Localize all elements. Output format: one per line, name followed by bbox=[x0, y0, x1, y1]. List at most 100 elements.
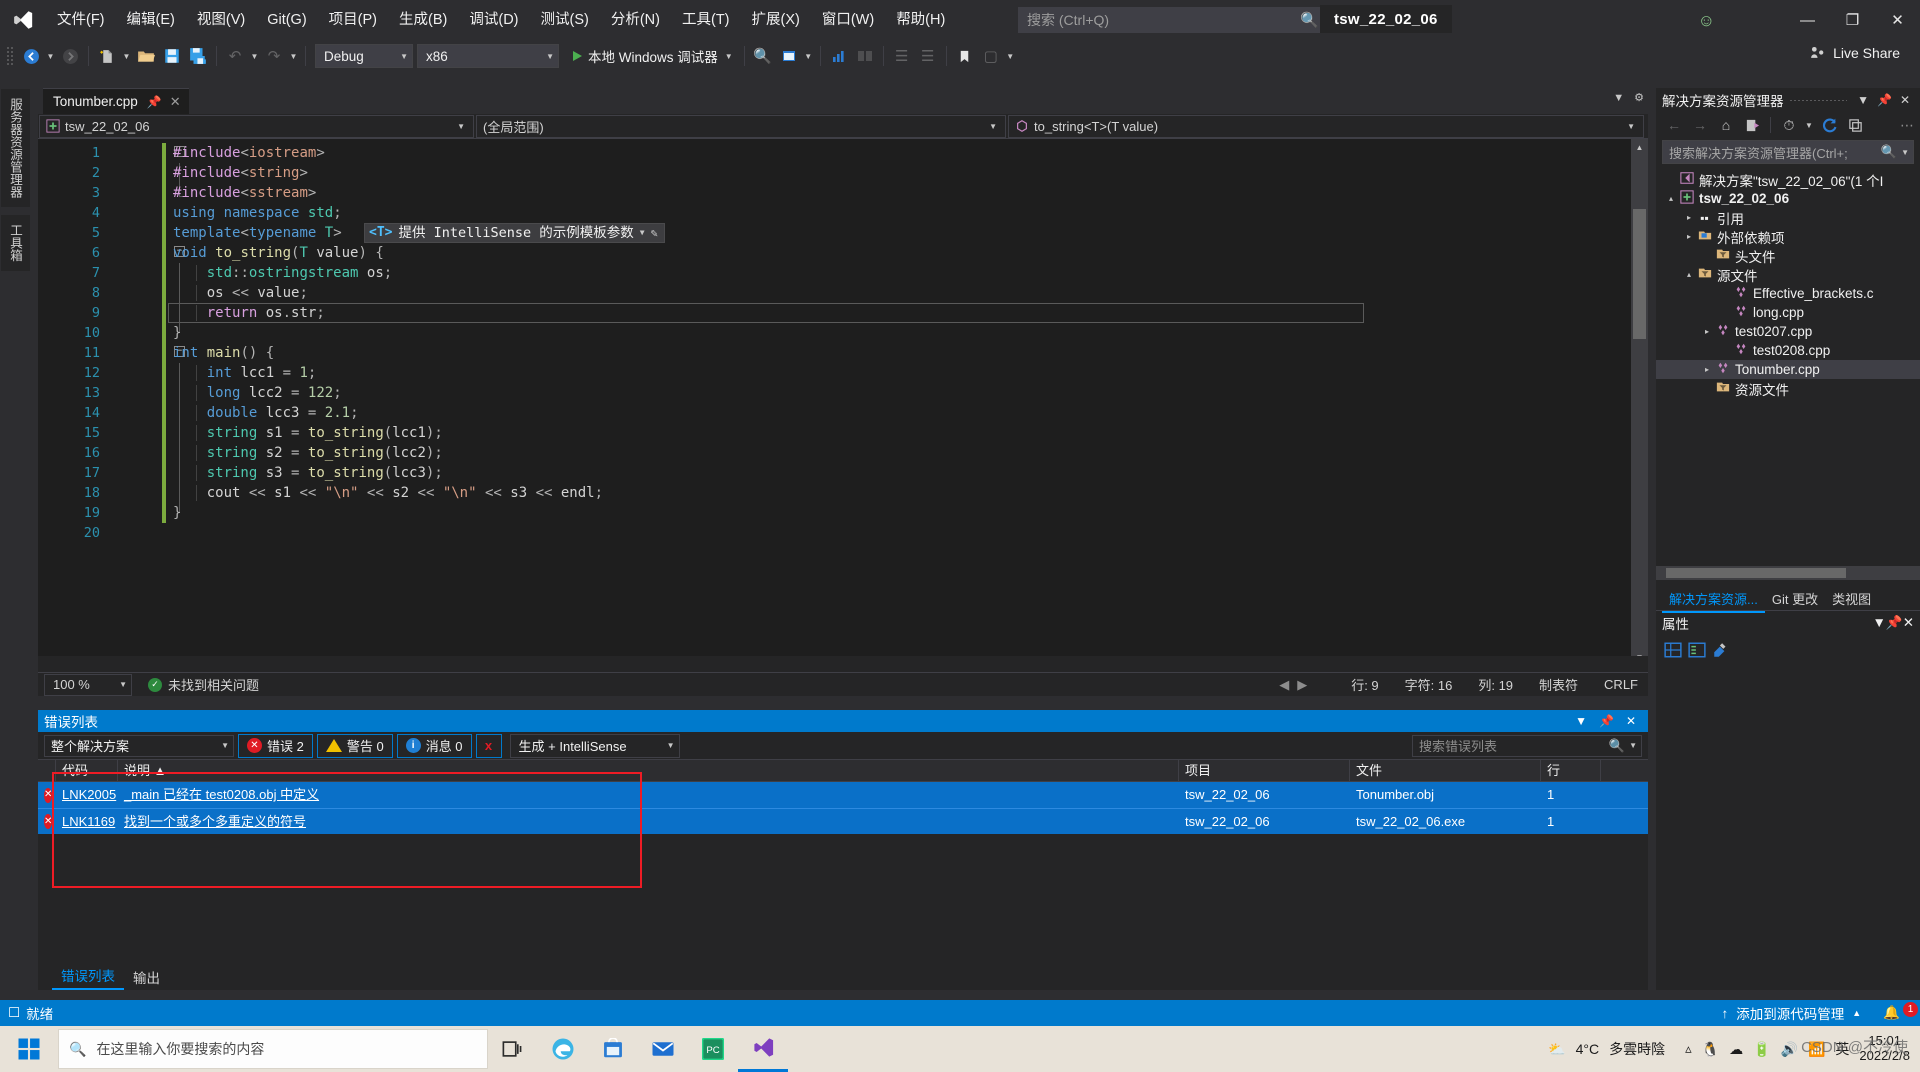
vtab-toolbox[interactable]: 工具箱 bbox=[0, 214, 31, 272]
column-header-description[interactable]: 说明 ▲ bbox=[118, 759, 1179, 782]
editor-vertical-scrollbar[interactable]: ▲ ▼ bbox=[1631, 139, 1648, 666]
new-item-dropdown-icon[interactable]: ▼ bbox=[120, 43, 133, 69]
scroll-left-icon[interactable]: ◀ bbox=[1279, 677, 1289, 693]
tree-node-header-files[interactable]: 头文件 bbox=[1656, 246, 1920, 265]
forward-icon[interactable]: → bbox=[1688, 114, 1712, 136]
back-icon[interactable]: ← bbox=[1662, 114, 1686, 136]
task-view-icon[interactable] bbox=[488, 1026, 538, 1072]
save-all-icon[interactable] bbox=[185, 43, 211, 69]
navigate-backward-icon[interactable] bbox=[18, 43, 44, 69]
tree-node-source-files[interactable]: ▴ 源文件 bbox=[1656, 265, 1920, 284]
tree-node-resource-files[interactable]: 资源文件 bbox=[1656, 379, 1920, 398]
save-icon[interactable] bbox=[159, 43, 185, 69]
add-to-source-control-button[interactable]: 添加到源代码管理 bbox=[1736, 1003, 1844, 1023]
tab-git-changes[interactable]: Git 更改 bbox=[1765, 586, 1825, 613]
chevron-down-icon[interactable]: ▼ bbox=[640, 223, 645, 243]
error-code-link[interactable]: LNK1169 bbox=[62, 809, 115, 835]
uncomment-icon[interactable]: ☰ bbox=[915, 43, 941, 69]
chevron-up-icon[interactable]: ▲ bbox=[1852, 1008, 1861, 1018]
close-icon[interactable]: ✕ bbox=[170, 94, 181, 110]
toolbar-overflow-icon[interactable]: ▼ bbox=[1004, 43, 1017, 69]
nav-member-combo[interactable]: to_string<T>(T value) ▼ bbox=[1008, 114, 1644, 138]
chevron-down-icon[interactable]: ▼ bbox=[1873, 615, 1886, 630]
pin-icon[interactable]: 📌 bbox=[1886, 615, 1903, 631]
toggle-bookmark-icon[interactable]: ▢ bbox=[978, 43, 1004, 69]
feedback-smiley-icon[interactable]: ☺ bbox=[1698, 11, 1715, 31]
column-header-project[interactable]: 项目 bbox=[1179, 759, 1350, 782]
expander[interactable]: ▸ bbox=[1682, 213, 1696, 222]
minimize-button[interactable]: — bbox=[1785, 0, 1830, 40]
onedrive-icon[interactable]: ☁ bbox=[1729, 1041, 1743, 1058]
chevron-down-icon[interactable]: ▼ bbox=[1853, 93, 1873, 107]
sync-with-document-icon[interactable] bbox=[1740, 114, 1764, 136]
menu-test[interactable]: 测试(S) bbox=[530, 0, 600, 40]
collapse-all-icon[interactable] bbox=[1843, 114, 1867, 136]
close-icon[interactable]: ✕ bbox=[1620, 714, 1642, 728]
expander[interactable]: ▸ bbox=[1682, 232, 1696, 241]
close-icon[interactable]: ✕ bbox=[1896, 93, 1914, 107]
preview-selected-items-icon[interactable]: 🔍 bbox=[750, 43, 776, 69]
qq-icon[interactable]: 🐧 bbox=[1702, 1041, 1719, 1058]
edge-icon[interactable] bbox=[538, 1026, 588, 1072]
solution-configuration-combo[interactable]: Debug ▼ bbox=[315, 44, 413, 68]
messages-filter-button[interactable]: i 消息 0 bbox=[396, 733, 472, 758]
error-description[interactable]: 找到一个或多个多重定义的符号 bbox=[124, 814, 306, 829]
menu-git[interactable]: Git(G) bbox=[256, 0, 317, 40]
column-header-selector[interactable] bbox=[38, 759, 56, 782]
window-layout-icon[interactable] bbox=[776, 43, 802, 69]
pin-icon[interactable]: 📌 bbox=[1873, 93, 1896, 107]
undo-icon[interactable]: ↶ bbox=[222, 43, 248, 69]
menu-file[interactable]: 文件(F) bbox=[46, 0, 116, 40]
expander[interactable]: ▴ bbox=[1664, 194, 1678, 203]
zoom-level-combo[interactable]: 100 % ▼ bbox=[44, 673, 132, 696]
tab-solution-explorer[interactable]: 解决方案资源... bbox=[1662, 586, 1765, 613]
pin-icon[interactable]: 📌 bbox=[1593, 714, 1620, 728]
menu-window[interactable]: 窗口(W) bbox=[811, 0, 885, 40]
start-debugging-button[interactable]: 本地 Windows 调试器 ▼ bbox=[567, 43, 739, 69]
solution-platform-combo[interactable]: x86 ▼ bbox=[417, 44, 559, 68]
chevron-down-icon[interactable]: ▼ bbox=[1803, 114, 1815, 136]
scroll-right-icon[interactable]: ▶ bbox=[1297, 677, 1343, 693]
notifications-icon[interactable]: 🔔 1 bbox=[1869, 1002, 1918, 1021]
tree-node-tonumber-cpp[interactable]: ▸ Tonumber.cpp bbox=[1656, 360, 1920, 379]
overflow-icon[interactable]: ⋯ bbox=[1900, 114, 1914, 136]
code-metrics-icon[interactable] bbox=[826, 43, 852, 69]
column-header-file[interactable]: 文件 bbox=[1350, 759, 1541, 782]
tree-node-references[interactable]: ▸ ▪▪ 引用 bbox=[1656, 208, 1920, 227]
warnings-filter-button[interactable]: 警告 0 bbox=[316, 733, 393, 758]
navigate-forward-icon[interactable] bbox=[57, 43, 83, 69]
mail-icon[interactable] bbox=[638, 1026, 688, 1072]
error-search-input[interactable]: 搜索错误列表 🔍 ▼ bbox=[1412, 734, 1642, 757]
pin-icon[interactable]: 📌 bbox=[147, 95, 162, 109]
navigate-backward-dropdown-icon[interactable]: ▼ bbox=[44, 43, 57, 69]
errors-filter-button[interactable]: ✕ 错误 2 bbox=[238, 733, 313, 758]
pycharm-icon[interactable]: PC bbox=[688, 1026, 738, 1072]
battery-icon[interactable]: 🔋 bbox=[1753, 1041, 1770, 1058]
editor-horizontal-scrollbar[interactable] bbox=[38, 656, 1648, 672]
tab-error-list[interactable]: 错误列表 bbox=[52, 962, 124, 990]
compare-icon[interactable] bbox=[852, 43, 878, 69]
menu-help[interactable]: 帮助(H) bbox=[885, 0, 956, 40]
tree-node-test0208-cpp[interactable]: test0208.cpp bbox=[1656, 341, 1920, 360]
expander[interactable]: ▸ bbox=[1700, 327, 1714, 336]
categorized-icon[interactable] bbox=[1664, 641, 1682, 662]
expander[interactable]: ▴ bbox=[1682, 270, 1696, 279]
nav-scope-combo[interactable]: (全局范围) ▼ bbox=[476, 114, 1006, 138]
menu-tools[interactable]: 工具(T) bbox=[671, 0, 741, 40]
open-folder-icon[interactable] bbox=[133, 43, 159, 69]
table-row[interactable]: ✕ LNK2005 _main 已经在 test0208.obj 中定义 tsw… bbox=[38, 782, 1648, 808]
tree-node-effective-brackets[interactable]: Effective_brackets.c bbox=[1656, 284, 1920, 303]
global-search-input[interactable]: 搜索 (Ctrl+Q) 🔍 bbox=[1018, 7, 1328, 33]
code-editor-surface[interactable]: 1− #include<iostream> 2 #include<string> 3… bbox=[38, 139, 1648, 666]
menu-build[interactable]: 生成(B) bbox=[388, 0, 458, 40]
close-icon[interactable]: ✕ bbox=[1903, 615, 1914, 631]
tree-node-external-deps[interactable]: ▸ 外部依赖项 bbox=[1656, 227, 1920, 246]
close-button[interactable]: ✕ bbox=[1875, 0, 1920, 40]
table-row[interactable]: ✕ LNK1169 找到一个或多个多重定义的符号 tsw_22_02_06 ts… bbox=[38, 808, 1648, 834]
menu-edit[interactable]: 编辑(E) bbox=[116, 0, 186, 40]
window-layout-dropdown-icon[interactable]: ▼ bbox=[802, 43, 815, 69]
tab-class-view[interactable]: 类视图 bbox=[1825, 586, 1878, 613]
tree-node-solution[interactable]: 解决方案"tsw_22_02_06"(1 个I bbox=[1656, 170, 1920, 189]
chevron-down-icon[interactable]: ▼ bbox=[1613, 92, 1624, 104]
tree-node-project[interactable]: ▴ tsw_22_02_06 bbox=[1656, 189, 1920, 208]
